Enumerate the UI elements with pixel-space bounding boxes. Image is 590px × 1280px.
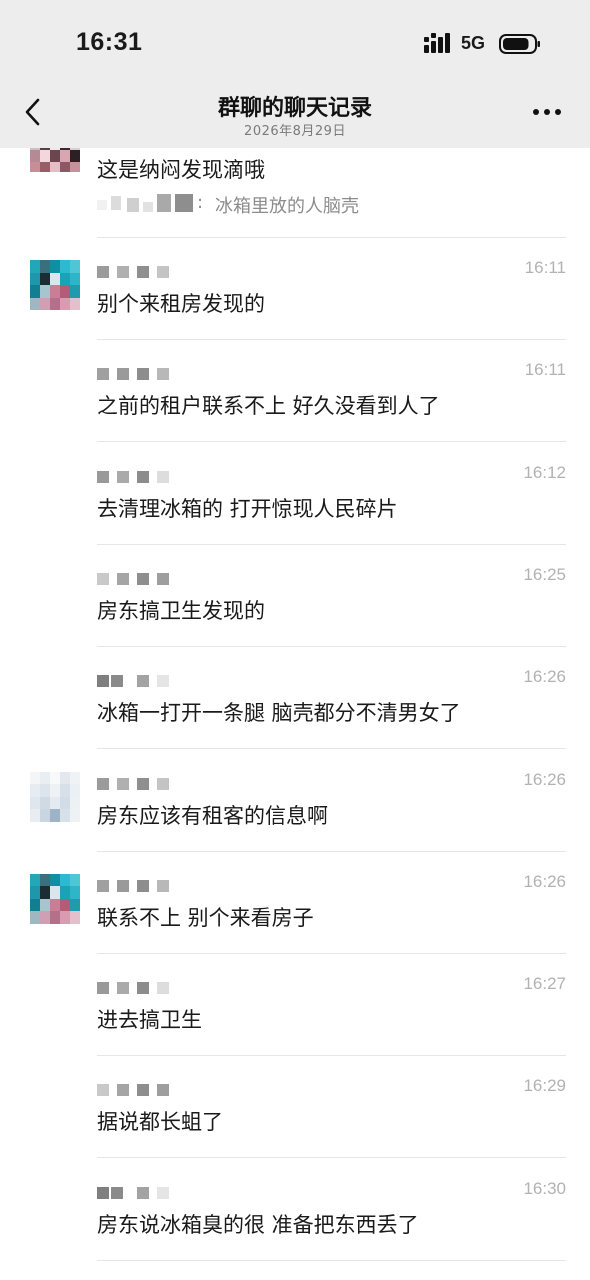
sender-name-pixelated bbox=[97, 1084, 177, 1098]
page-subtitle-date: 2026年8月29日 bbox=[244, 124, 346, 139]
message-text: 这是纳闷发现滴哦 bbox=[97, 158, 265, 182]
message-text: 冰箱一打开一条腿 脑壳都分不清男女了 bbox=[97, 701, 461, 726]
message-time: 16:26 bbox=[523, 667, 566, 687]
message-item[interactable]: 16:25 房东搞卫生发现的 bbox=[0, 545, 590, 647]
message-time: 16:12 bbox=[523, 462, 566, 482]
message-item[interactable]: 16:30 房东说冰箱臭的很 准备把东西丢了 bbox=[0, 1159, 590, 1261]
status-time: 16:31 bbox=[76, 28, 143, 56]
avatar[interactable] bbox=[30, 771, 80, 822]
message-item[interactable]: 16:26 房东应该有租客的信息啊 bbox=[0, 750, 590, 852]
avatar[interactable] bbox=[30, 873, 80, 924]
message-text: 进去搞卫生 bbox=[97, 1008, 202, 1033]
message-text: 去清理冰箱的 打开惊现人民碎片 bbox=[97, 496, 398, 521]
message-text: 别个来租房发现的 bbox=[97, 292, 265, 316]
message-item[interactable]: 16:27 进去搞卫生 bbox=[0, 954, 590, 1057]
sender-name-pixelated bbox=[97, 1186, 177, 1201]
sender-name-pixelated bbox=[97, 572, 177, 587]
message-text: 房东应该有租客的信息啊 bbox=[97, 803, 328, 828]
message-item[interactable]: 16:12 去清理冰箱的 打开惊现人民碎片 bbox=[0, 443, 590, 545]
quoted-message[interactable]: : 冰箱里放的人脑壳 bbox=[97, 190, 397, 220]
sender-name-pixelated bbox=[97, 266, 177, 280]
message-time: 16:11 bbox=[524, 360, 566, 380]
message-time: 16:25 bbox=[523, 564, 566, 584]
message-text: 房东搞卫生发现的 bbox=[97, 598, 265, 623]
message-item[interactable]: 16:29 据说都长蛆了 bbox=[0, 1056, 590, 1159]
battery-icon bbox=[499, 34, 540, 54]
message-time: 16:29 bbox=[523, 1076, 566, 1096]
sender-name-pixelated bbox=[97, 675, 177, 689]
avatar[interactable] bbox=[30, 148, 80, 180]
page-title: 群聊的聊天记录 bbox=[217, 96, 372, 121]
message-time: 16:11 bbox=[524, 258, 566, 277]
message-text: 联系不上 别个来看房子 bbox=[97, 905, 314, 930]
status-bar: 16:31 5G bbox=[0, 0, 590, 88]
message-item[interactable]: 16:11 别个来租房发现的 bbox=[0, 238, 590, 340]
sender-name-pixelated bbox=[97, 879, 177, 894]
message-time: 16:26 bbox=[523, 871, 566, 891]
quote-text: 冰箱里放的人脑壳 bbox=[215, 196, 359, 217]
message-item[interactable]: 16:26 冰箱一打开一条腿 脑壳都分不清男女了 bbox=[0, 647, 590, 750]
message-item[interactable]: 这是纳闷发现滴哦 : 冰箱里放的人脑壳 bbox=[0, 148, 590, 238]
message-text: 房东说冰箱臭的很 准备把东西丢了 bbox=[97, 1212, 419, 1237]
message-item[interactable]: 16:11 之前的租户联系不上 好久没看到人了 bbox=[0, 340, 590, 443]
message-text: 之前的租户联系不上 好久没看到人了 bbox=[97, 394, 440, 419]
divider bbox=[97, 1259, 566, 1261]
sender-name-pixelated bbox=[97, 777, 177, 792]
avatar[interactable] bbox=[30, 260, 80, 310]
message-text: 据说都长蛆了 bbox=[97, 1110, 223, 1135]
quote-separator: : bbox=[197, 192, 204, 213]
message-time: 16:27 bbox=[523, 974, 566, 994]
more-dots-icon[interactable] bbox=[530, 98, 566, 126]
signal-bars-icon bbox=[424, 33, 450, 53]
nav-bar: 群聊的聊天记录 2026年8月29日 bbox=[0, 88, 590, 148]
network-type: 5G bbox=[461, 33, 486, 53]
chat-history-list[interactable]: 这是纳闷发现滴哦 : 冰箱里放的人脑壳 16:11 别个来租房发现的 16:11 之前… bbox=[0, 148, 590, 1280]
message-item[interactable]: 16:26 联系不上 别个来看房子 bbox=[0, 852, 590, 954]
message-time: 16:26 bbox=[523, 769, 566, 789]
sender-name-pixelated bbox=[97, 982, 177, 996]
message-time: 16:30 bbox=[523, 1178, 566, 1198]
sender-name-pixelated bbox=[97, 470, 177, 485]
sender-name-pixelated bbox=[97, 368, 177, 382]
